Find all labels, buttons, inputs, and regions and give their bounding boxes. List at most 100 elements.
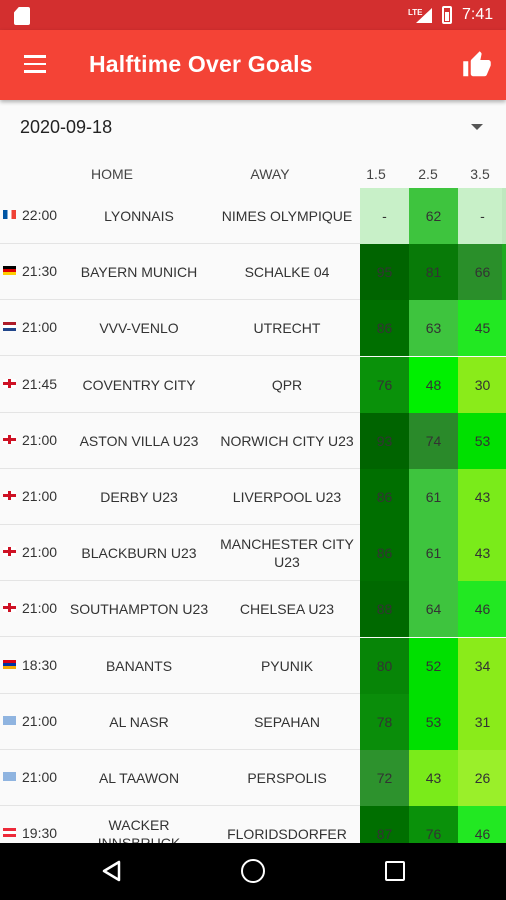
away-team: SEPAHAN — [254, 713, 320, 730]
app-bar: Halftime Over Goals — [0, 30, 506, 100]
header-home: HOME — [91, 166, 133, 182]
home-team: AL TAAWON — [98, 770, 180, 786]
over-2-5-cell: 48 — [409, 356, 458, 413]
overflow-cell — [502, 188, 506, 244]
selected-date[interactable]: 2020-09-18 — [20, 117, 112, 138]
away-team: LIVERPOOL U23 — [232, 489, 342, 505]
match-time: 21:00 — [22, 319, 58, 336]
thumbs-up-icon[interactable] — [461, 50, 493, 80]
over-1-5-cell: 87 — [360, 806, 409, 844]
overflow-cell — [502, 412, 506, 469]
england-flag-icon — [3, 491, 16, 500]
overflow-cell — [502, 637, 506, 694]
overflow-cell — [502, 300, 506, 357]
overflow-cell — [502, 525, 506, 582]
header-col-1: 1.5 — [366, 166, 386, 182]
away-team: SCHALKE 04 — [244, 264, 330, 281]
over-2-5-cell: 53 — [409, 693, 458, 750]
table-row[interactable]: 21:00 VVV-VENLO UTRECHT 86 63 45 — [0, 300, 506, 357]
match-time: 21:45 — [22, 375, 58, 392]
header-col-3: 3.5 — [470, 166, 490, 182]
header-away: AWAY — [250, 166, 290, 182]
match-time: 21:00 — [22, 712, 58, 729]
away-team: PYUNIK — [260, 657, 314, 674]
match-time: 22:00 — [22, 207, 58, 223]
match-time: 21:00 — [22, 488, 58, 504]
table-row[interactable]: 19:30 WACKER INNSBRUCK FLORIDSDORFER 87 76 46 — [0, 806, 506, 844]
away-team: FLORIDSDORFER — [227, 826, 347, 843]
armenia-flag-icon — [3, 659, 16, 669]
saudi-flag-icon — [3, 715, 16, 725]
over-2-5-cell: 61 — [409, 469, 458, 525]
away-team: NORWICH CITY U23 — [220, 432, 354, 449]
over-1-5-cell: 80 — [360, 637, 409, 694]
over-2-5-cell: 43 — [409, 750, 458, 806]
england-flag-icon — [3, 603, 16, 613]
table-row[interactable]: 21:00 AL TAAWON PERSPOLIS 72 43 26 — [0, 750, 506, 806]
table-row[interactable]: 21:00 AL NASR SEPAHAN 78 53 31 — [0, 693, 506, 750]
england-flag-icon — [3, 378, 16, 388]
sd-card-icon — [14, 7, 30, 25]
menu-icon[interactable] — [24, 55, 46, 73]
over-3-5-cell: - — [458, 188, 506, 244]
match-time: 21:00 — [22, 769, 58, 785]
table-row[interactable]: 21:30 BAYERN MUNICH SCHALKE 04 95 81 66 — [0, 244, 506, 301]
table-row[interactable]: 21:00 BLACKBURN U23 MANCHESTER CITY U23 86 6… — [0, 525, 506, 582]
away-team: MANCHESTER CITY U23 — [220, 536, 354, 571]
header-col-2: 2.5 — [418, 166, 438, 182]
table-row[interactable]: 22:00 LYONNAIS NIMES OLYMPIQUE -62- — [0, 188, 506, 244]
table-row[interactable]: 21:00 ASTON VILLA U23 NORWICH CITY U23 93 74… — [0, 412, 506, 469]
table-header: HOME AWAY 1.5 2.5 3.5 — [0, 158, 506, 188]
away-team: QPR — [271, 376, 303, 393]
france-flag-icon — [3, 210, 16, 219]
home-team: ASTON VILLA U23 — [79, 432, 199, 449]
overflow-cell — [502, 750, 506, 806]
over-1-5-cell: 72 — [360, 750, 409, 806]
home-team: AL NASR — [109, 713, 169, 730]
over-1-5-cell: 78 — [360, 693, 409, 750]
dropdown-arrow-icon[interactable] — [471, 124, 483, 130]
home-team: BAYERN MUNICH — [80, 264, 198, 281]
over-1-5-cell: - — [360, 188, 409, 244]
over-1-5-cell: 88 — [360, 581, 409, 638]
saudi-flag-icon — [3, 772, 16, 781]
home-icon[interactable] — [241, 859, 265, 883]
navigation-bar — [0, 843, 506, 900]
table-row[interactable]: 21:00 SOUTHAMPTON U23 CHELSEA U23 88 64 46 — [0, 581, 506, 638]
match-time: 21:30 — [22, 263, 58, 280]
over-3-5-cell: 46 — [458, 806, 506, 844]
table-row[interactable]: 18:30 BANANTS PYUNIK 80 52 34 — [0, 637, 506, 694]
overflow-cell — [502, 581, 506, 638]
over-2-5-cell: 62 — [409, 188, 458, 244]
date-selector[interactable]: 2020-09-18 — [0, 100, 506, 158]
matches-table: HOME AWAY 1.5 2.5 3.5 22:00 LYONNAIS NIMES… — [0, 158, 506, 844]
back-icon[interactable] — [101, 860, 123, 882]
recent-apps-icon[interactable] — [385, 861, 405, 881]
austria-flag-icon — [3, 828, 16, 838]
over-2-5-cell: 63 — [409, 300, 458, 357]
over-3-5-cell: 53 — [458, 412, 506, 469]
over-2-5-cell: 74 — [409, 412, 458, 469]
home-team: WACKER INNSBRUCK — [97, 817, 181, 844]
table-row[interactable]: 21:45 COVENTRY CITY QPR 76 48 30 — [0, 356, 506, 413]
over-2-5-cell: 61 — [409, 525, 458, 582]
over-1-5-cell: 86 — [360, 300, 409, 357]
netherlands-flag-icon — [3, 322, 16, 332]
away-team: NIMES OLYMPIQUE — [221, 208, 353, 224]
status-time: 7:41 — [462, 6, 494, 23]
overflow-cell — [502, 469, 506, 525]
over-3-5-cell: 66 — [458, 244, 506, 301]
home-team: BANANTS — [105, 657, 173, 674]
over-1-5-cell: 86 — [360, 469, 409, 525]
over-3-5-cell: 30 — [458, 356, 506, 413]
table-row[interactable]: 21:00 DERBY U23 LIVERPOOL U23 86 61 43 — [0, 469, 506, 525]
match-time: 21:00 — [22, 544, 58, 561]
over-2-5-cell: 81 — [409, 244, 458, 301]
over-1-5-cell: 86 — [360, 525, 409, 582]
over-3-5-cell: 31 — [458, 693, 506, 750]
home-team: SOUTHAMPTON U23 — [69, 601, 209, 618]
home-team: COVENTRY CITY — [82, 376, 196, 393]
match-time: 18:30 — [22, 656, 58, 673]
overflow-cell — [502, 806, 506, 844]
england-flag-icon — [3, 434, 16, 444]
